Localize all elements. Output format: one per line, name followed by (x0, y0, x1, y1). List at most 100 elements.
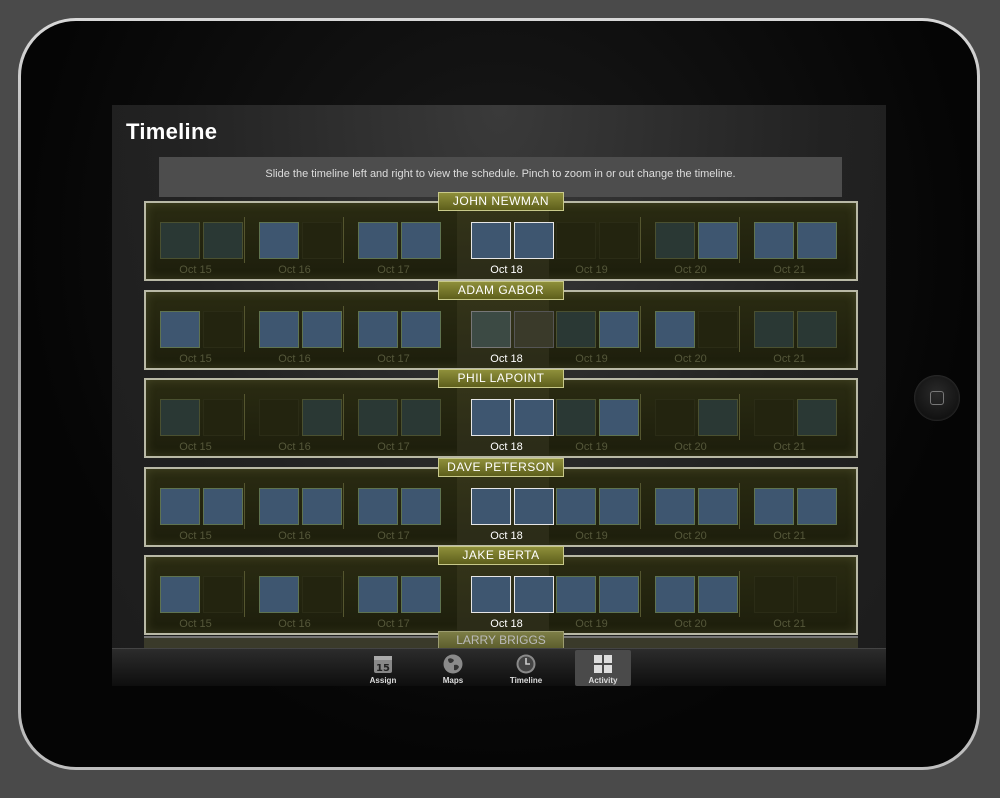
schedule-slot[interactable] (797, 222, 837, 259)
schedule-slot[interactable] (259, 487, 299, 525)
schedule-slot[interactable] (655, 487, 695, 525)
schedule-slot[interactable] (797, 310, 837, 348)
day-label: Oct 16 (278, 352, 311, 365)
schedule-slot[interactable] (754, 487, 794, 525)
schedule-slot[interactable] (302, 222, 342, 259)
schedule-slot[interactable] (698, 576, 738, 613)
schedule-slot[interactable] (655, 310, 695, 348)
day-cell: Oct 17 (344, 557, 443, 633)
schedule-slot[interactable] (259, 310, 299, 348)
schedule-slot[interactable] (160, 576, 200, 613)
schedule-slot[interactable] (401, 576, 441, 613)
day-cell: Oct 21 (740, 380, 839, 456)
schedule-slot[interactable] (698, 222, 738, 259)
schedule-slot[interactable] (471, 399, 511, 436)
schedule-slot[interactable] (203, 399, 243, 436)
timeline-row[interactable]: Oct 15 Oct 16 Oct 17 Oct 18 Oct 19 Oct 20 Oct … (144, 289, 858, 370)
calendar-icon: 15 (374, 656, 392, 674)
schedule-slot[interactable] (358, 576, 398, 613)
schedule-slot[interactable] (655, 399, 695, 436)
schedule-slot[interactable] (302, 399, 342, 436)
schedule-slot[interactable] (698, 487, 738, 525)
schedule-slot[interactable] (471, 222, 511, 259)
schedule-slot[interactable] (302, 576, 342, 613)
schedule-slot[interactable] (797, 576, 837, 613)
row-name-label[interactable]: DAVE PETERSON (438, 457, 564, 477)
schedule-slot[interactable] (754, 399, 794, 436)
day-label: Oct 20 (674, 529, 707, 542)
timeline-rows[interactable]: JOHN NEWMAN Oct 15 Oct 16 Oct 17 Oct 18 Oct 1… (144, 192, 858, 638)
home-button[interactable] (914, 375, 960, 421)
schedule-slot[interactable] (556, 487, 596, 525)
schedule-slot[interactable] (471, 487, 511, 525)
schedule-slot[interactable] (358, 399, 398, 436)
row-name-label[interactable]: JOHN NEWMAN (438, 192, 564, 211)
schedule-slot[interactable] (358, 222, 398, 259)
schedule-slot[interactable] (556, 399, 596, 436)
schedule-slot[interactable] (754, 576, 794, 613)
row-name-label[interactable]: PHIL LAPOINT (438, 369, 564, 388)
timeline-row[interactable]: Oct 15 Oct 16 Oct 17 Oct 18 Oct 19 Oct 20 Oct … (144, 466, 858, 547)
day-label: Oct 15 (179, 529, 212, 542)
schedule-slot[interactable] (599, 399, 639, 436)
schedule-slot[interactable] (203, 222, 243, 259)
schedule-slot[interactable] (203, 310, 243, 348)
schedule-slot[interactable] (203, 487, 243, 525)
schedule-slot[interactable] (698, 399, 738, 436)
schedule-slot[interactable] (302, 487, 342, 525)
schedule-slot[interactable] (160, 222, 200, 259)
timeline-row[interactable]: Oct 15 Oct 16 Oct 17 Oct 18 Oct 19 Oct 20 Oct … (144, 378, 858, 458)
schedule-slot[interactable] (471, 576, 511, 613)
tab-maps[interactable]: Maps (425, 650, 481, 686)
schedule-slot[interactable] (358, 487, 398, 525)
row-name-label[interactable]: ADAM GABOR (438, 280, 564, 300)
schedule-slot[interactable] (797, 399, 837, 436)
timeline-row[interactable]: Oct 15 Oct 16 Oct 17 Oct 18 Oct 19 Oct 20 Oct … (144, 201, 858, 281)
tab-assign[interactable]: 15 Assign (355, 650, 411, 686)
schedule-slot[interactable] (259, 222, 299, 259)
day-label: Oct 16 (278, 264, 311, 276)
day-label: Oct 21 (773, 441, 806, 453)
schedule-slot[interactable] (599, 487, 639, 525)
day-cell: Oct 16 (245, 380, 344, 456)
day-cell: Oct 17 (344, 380, 443, 456)
schedule-slot[interactable] (160, 399, 200, 436)
schedule-slot[interactable] (797, 487, 837, 525)
schedule-slot[interactable] (160, 310, 200, 348)
tab-timeline[interactable]: Timeline (498, 650, 554, 686)
schedule-slot[interactable] (599, 310, 639, 348)
schedule-slot[interactable] (599, 576, 639, 613)
schedule-slot[interactable] (302, 310, 342, 348)
schedule-slot[interactable] (599, 222, 639, 259)
day-cell: Oct 19 (542, 469, 641, 545)
timeline-row-wrap: JAKE BERTA Oct 15 Oct 16 Oct 17 Oct 18 Oct 19… (144, 546, 858, 638)
schedule-slot[interactable] (655, 576, 695, 613)
schedule-slot[interactable] (160, 487, 200, 525)
tab-activity[interactable]: Activity (575, 650, 631, 686)
schedule-slot[interactable] (754, 222, 794, 259)
schedule-slot[interactable] (471, 310, 511, 348)
day-cell: Oct 16 (245, 469, 344, 545)
schedule-slot[interactable] (556, 576, 596, 613)
schedule-slot[interactable] (401, 222, 441, 259)
schedule-slot[interactable] (259, 576, 299, 613)
day-label: Oct 15 (179, 441, 212, 453)
schedule-slot[interactable] (203, 576, 243, 613)
schedule-slot[interactable] (556, 222, 596, 259)
schedule-slot[interactable] (358, 310, 398, 348)
schedule-slot[interactable] (401, 399, 441, 436)
schedule-slot[interactable] (655, 222, 695, 259)
grid-icon (594, 655, 612, 673)
timeline-row-wrap: ADAM GABOR Oct 15 Oct 16 Oct 17 Oct 18 Oct 19… (144, 280, 858, 373)
schedule-slot[interactable] (401, 310, 441, 348)
day-cell: Oct 21 (740, 292, 839, 368)
row-name-label[interactable]: JAKE BERTA (438, 546, 564, 565)
day-label: Oct 20 (674, 352, 707, 365)
timeline-row[interactable]: Oct 15 Oct 16 Oct 17 Oct 18 Oct 19 Oct 20 Oct … (144, 555, 858, 635)
app-screen: Timeline Slide the timeline left and rig… (112, 105, 886, 686)
schedule-slot[interactable] (556, 310, 596, 348)
schedule-slot[interactable] (401, 487, 441, 525)
schedule-slot[interactable] (754, 310, 794, 348)
schedule-slot[interactable] (698, 310, 738, 348)
schedule-slot[interactable] (259, 399, 299, 436)
